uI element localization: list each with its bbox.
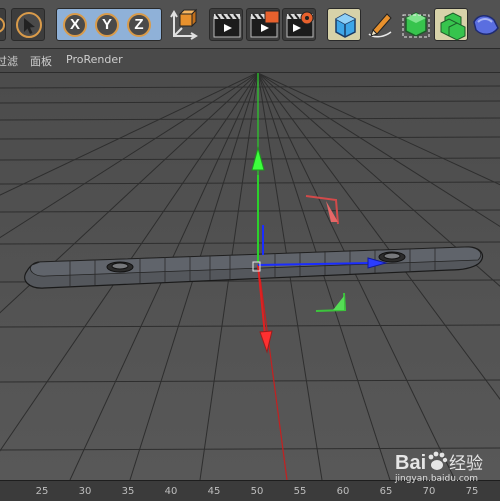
viewport-menubar: 过滤 面板 ProRender	[0, 49, 500, 73]
render-settings-icon	[286, 11, 314, 38]
axis-y-lock[interactable]: Y	[95, 13, 119, 37]
array-button[interactable]	[434, 8, 468, 41]
cube-button[interactable]	[327, 8, 361, 41]
ruler-tick: 70	[422, 486, 436, 497]
coordinate-system-button[interactable]	[166, 8, 200, 41]
viewport-canvas[interactable]	[0, 72, 500, 481]
axis-z-lock[interactable]: Z	[127, 13, 151, 37]
deformer-icon	[473, 15, 499, 35]
subdivision-button[interactable]	[399, 8, 433, 41]
menu-filter[interactable]: 过滤	[0, 53, 18, 69]
undo-icon	[0, 17, 5, 33]
render-view-button[interactable]	[209, 8, 243, 41]
ruler-tick: 50	[250, 486, 264, 497]
array-icon	[440, 12, 466, 41]
axis-x-lock[interactable]: X	[63, 13, 87, 37]
menu-prorender[interactable]: ProRender	[66, 53, 123, 66]
deformer-button[interactable]	[470, 8, 500, 41]
render-view-icon	[213, 13, 241, 38]
svg-text:经验: 经验	[449, 454, 483, 474]
ruler-tick: 30	[78, 486, 92, 497]
render-picture-viewer-icon	[250, 10, 280, 38]
render-picture-viewer-button[interactable]	[246, 8, 280, 41]
undo-button[interactable]	[0, 8, 6, 41]
subdivision-icon	[402, 12, 430, 38]
cube-icon	[335, 13, 356, 38]
pen-spline-icon	[368, 13, 392, 38]
pen-spline-button[interactable]	[363, 8, 397, 41]
baidu-jingyan-watermark: Bai 经验 jingyan.baidu.com	[393, 447, 499, 487]
axis-lock-group: X Y Z	[56, 8, 162, 41]
ruler-tick: 60	[336, 486, 350, 497]
svg-text:Bai: Bai	[395, 452, 426, 474]
ruler-tick: 65	[379, 486, 393, 497]
ruler-tick: 45	[207, 486, 221, 497]
ruler-tick: 55	[293, 486, 307, 497]
select-tool-button[interactable]	[11, 8, 45, 41]
main-toolbar: X Y Z	[0, 0, 500, 49]
ruler-tick: 35	[121, 486, 135, 497]
render-settings-button[interactable]	[282, 8, 316, 41]
3d-viewport[interactable]	[0, 72, 500, 481]
select-cursor-icon	[16, 12, 42, 38]
ruler-tick: 75	[465, 486, 479, 497]
ruler-tick: 25	[35, 486, 49, 497]
ruler-tick: 40	[164, 486, 178, 497]
menu-panel[interactable]: 面板	[30, 53, 52, 69]
watermark-url: jingyan.baidu.com	[395, 474, 479, 484]
coordinate-system-icon	[170, 8, 198, 40]
